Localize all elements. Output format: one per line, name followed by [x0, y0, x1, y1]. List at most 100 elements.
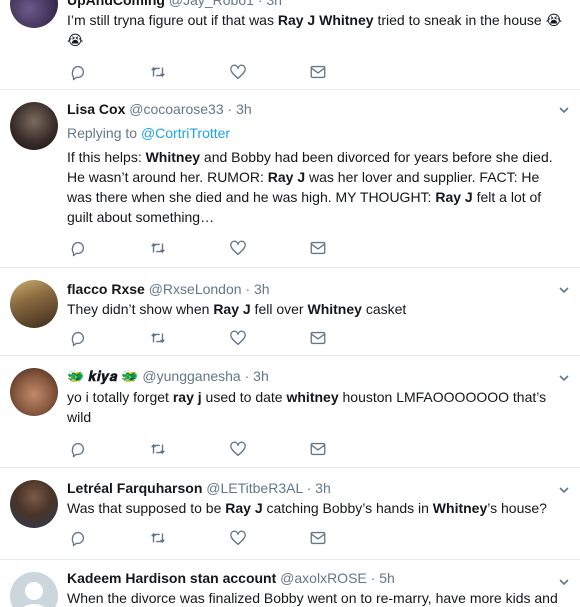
- tweet-text: yo i totally forget ray j used to date w…: [67, 387, 564, 427]
- tweet-actions: [67, 329, 367, 349]
- reply-button[interactable]: [69, 440, 89, 460]
- display-name[interactable]: Lisa Cox: [67, 101, 125, 117]
- tweet-text-segment: They didn’t show when: [67, 301, 214, 317]
- tweet-actions: [67, 239, 367, 259]
- display-name[interactable]: Letréal Farquharson: [67, 480, 202, 496]
- user-handle[interactable]: @yungganesha: [142, 368, 240, 384]
- reply-icon: [71, 531, 85, 547]
- replying-label: Replying to: [67, 125, 138, 141]
- separator-dot: ·: [306, 480, 312, 496]
- display-name[interactable]: 🐲 𝒌𝒊𝒚𝒂 🐲: [67, 368, 139, 384]
- reply-button[interactable]: [69, 329, 89, 349]
- tweet-actions: [67, 529, 367, 549]
- tweet[interactable]: UpAndComing @Jay_Robo1 · 3h I’m still tr…: [0, 0, 580, 90]
- highlighted-keyword: Ray J: [213, 301, 251, 317]
- tweet-text-segment: Was that supposed to be: [67, 500, 226, 516]
- replying-to: Replying to @CortriTrotter: [67, 123, 564, 143]
- avatar[interactable]: [10, 480, 58, 528]
- chevron-down-icon[interactable]: [558, 372, 570, 384]
- timestamp[interactable]: 3h: [253, 368, 269, 384]
- tweet-header: 🐲 𝒌𝒊𝒚𝒂 🐲 @yungganesha · 3h: [67, 366, 564, 386]
- reply-button[interactable]: [69, 63, 89, 83]
- tweet[interactable]: flacco Rxse @RxseLondon · 3h They didn’t…: [0, 268, 580, 356]
- separator-dot: ·: [370, 570, 376, 586]
- user-handle[interactable]: @cocoarose33: [129, 101, 223, 117]
- timestamp[interactable]: 3h: [236, 101, 252, 117]
- like-icon: [230, 330, 246, 345]
- tweet-header: flacco Rxse @RxseLondon · 3h: [67, 279, 564, 299]
- tweet-text-segment: tried to sneak in the house: [373, 12, 546, 28]
- like-button[interactable]: [229, 529, 249, 549]
- avatar[interactable]: [10, 368, 58, 416]
- like-icon: [230, 64, 246, 79]
- like-button[interactable]: [229, 63, 249, 83]
- retweet-button[interactable]: [149, 329, 169, 349]
- separator-dot: ·: [244, 368, 250, 384]
- default-avatar-icon: [23, 582, 45, 607]
- tweet-header: Kadeem Hardison stan account @axolxROSE …: [67, 568, 564, 588]
- tweet-text: If this helps: Whitney and Bobby had bee…: [67, 147, 564, 227]
- separator-dot: ·: [257, 0, 263, 8]
- tweet-text: They didn’t show when Ray J fell over Wh…: [67, 299, 564, 319]
- user-handle[interactable]: @axolxROSE: [280, 570, 367, 586]
- display-name[interactable]: UpAndComing: [67, 0, 165, 8]
- avatar[interactable]: [10, 102, 58, 150]
- avatar[interactable]: [10, 0, 58, 28]
- direct-message-button[interactable]: [309, 239, 329, 259]
- tweet-text-segment: fell over: [250, 301, 308, 317]
- chevron-down-icon[interactable]: [558, 576, 570, 588]
- reply-icon: [71, 331, 85, 347]
- highlighted-keyword: ray j: [172, 389, 202, 405]
- user-handle[interactable]: @Jay_Robo1: [169, 0, 254, 8]
- retweet-button[interactable]: [149, 529, 169, 549]
- tweet-text-segment: 😭: [545, 12, 562, 28]
- tweet[interactable]: Lisa Cox @cocoarose33 · 3h Replying to @…: [0, 90, 580, 268]
- retweet-button[interactable]: [149, 239, 169, 259]
- reply-icon: [71, 442, 85, 458]
- tweet[interactable]: Kadeem Hardison stan account @axolxROSE …: [0, 560, 580, 607]
- replying-to-link[interactable]: @CortriTrotter: [141, 125, 230, 141]
- avatar[interactable]: [10, 280, 58, 328]
- reply-button[interactable]: [69, 239, 89, 259]
- tweet-text-segment: When the divorce was finalized Bobby wen…: [67, 590, 558, 606]
- tweet-actions: [67, 440, 367, 460]
- tweet-text-segment: catching Bobby’s hands in: [262, 500, 433, 516]
- like-button[interactable]: [229, 440, 249, 460]
- avatar[interactable]: [10, 572, 58, 607]
- display-name[interactable]: flacco Rxse: [67, 281, 145, 297]
- display-name[interactable]: Kadeem Hardison stan account: [67, 570, 276, 586]
- direct-message-icon: [310, 442, 326, 456]
- tweet[interactable]: 🐲 𝒌𝒊𝒚𝒂 🐲 @yungganesha · 3h yo i totally …: [0, 356, 580, 468]
- tweet-text-segment: I’m still tryna figure out if that was: [67, 12, 278, 28]
- timestamp[interactable]: 3h: [315, 480, 331, 496]
- separator-dot: ·: [227, 101, 233, 117]
- retweet-icon: [151, 532, 165, 544]
- chevron-down-icon[interactable]: [558, 284, 570, 296]
- like-button[interactable]: [229, 329, 249, 349]
- retweet-button[interactable]: [149, 440, 169, 460]
- highlighted-keyword: Whitney: [145, 149, 201, 165]
- timestamp[interactable]: 5h: [379, 570, 395, 586]
- direct-message-button[interactable]: [309, 63, 329, 83]
- tweet[interactable]: Letréal Farquharson @LETitbeR3AL · 3h Wa…: [0, 468, 580, 560]
- user-handle[interactable]: @LETitbeR3AL: [206, 480, 302, 496]
- reply-button[interactable]: [69, 529, 89, 549]
- tweet-actions: [67, 63, 367, 83]
- direct-message-button[interactable]: [309, 529, 329, 549]
- like-button[interactable]: [229, 239, 249, 259]
- highlighted-keyword: Whitney: [307, 301, 362, 317]
- tweet-text-segment: used to date: [201, 389, 287, 405]
- highlighted-keyword: Ray J: [435, 189, 473, 205]
- chevron-down-icon[interactable]: [558, 484, 570, 496]
- timestamp[interactable]: 3h: [266, 0, 282, 8]
- tweet-text-segment: If this helps:: [67, 149, 146, 165]
- user-handle[interactable]: @RxseLondon: [149, 281, 242, 297]
- retweet-icon: [151, 242, 165, 254]
- chevron-down-icon[interactable]: [558, 104, 570, 116]
- direct-message-button[interactable]: [309, 329, 329, 349]
- timestamp[interactable]: 3h: [254, 281, 270, 297]
- retweet-button[interactable]: [149, 63, 169, 83]
- reply-icon: [71, 65, 85, 81]
- like-icon: [230, 240, 246, 255]
- direct-message-button[interactable]: [309, 440, 329, 460]
